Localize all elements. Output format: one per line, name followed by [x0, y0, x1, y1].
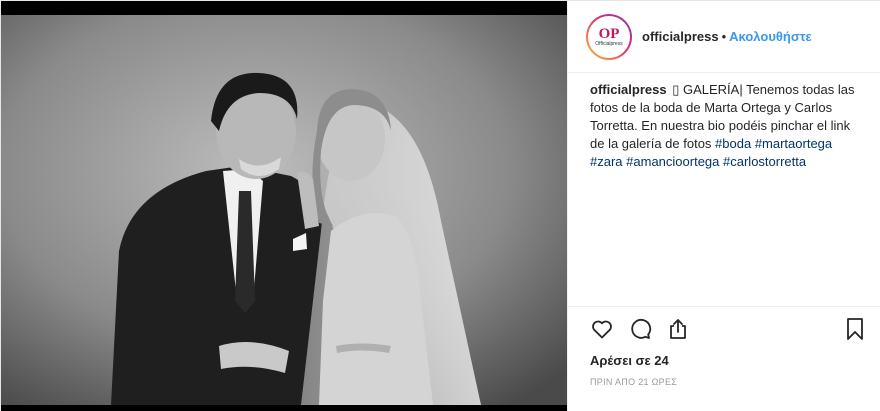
wedding-photo [1, 1, 567, 411]
post-card: OP Officialpress officialpress • Ακολουθήσ… [0, 0, 880, 411]
comment-icon[interactable] [628, 317, 652, 341]
avatar-subtitle: Officialpress [595, 40, 623, 47]
share-icon[interactable] [666, 317, 690, 341]
hashtag-link[interactable]: #carlostorretta [723, 154, 806, 169]
hashtag-link[interactable]: #martaortega [755, 136, 832, 151]
hashtag-link[interactable]: #zara [590, 154, 623, 169]
heart-icon[interactable] [590, 317, 614, 341]
follow-button[interactable]: Ακολουθήστε [729, 29, 812, 44]
avatar-monogram: OP [598, 25, 620, 42]
post-caption: officialpress ▯ GALERÍA| Tenemos todas l… [568, 73, 880, 305]
separator-dot: • [721, 29, 727, 44]
post-photo[interactable] [1, 1, 567, 411]
avatar[interactable]: OP Officialpress [586, 13, 632, 60]
bookmark-icon[interactable] [844, 317, 866, 341]
post-timestamp[interactable]: ΠΡΙΝ ΑΠΟ 21 ΩΡΕΣ [590, 377, 866, 387]
username-link[interactable]: officialpress [642, 29, 719, 44]
hashtag-link[interactable]: #amancioortega [626, 154, 719, 169]
post-actions: Αρέσει σε 24 ΠΡΙΝ ΑΠΟ 21 ΩΡΕΣ [568, 306, 880, 387]
header-text: officialpress • Ακολουθήστε [642, 29, 812, 44]
action-icons [590, 307, 866, 351]
hashtag-link[interactable]: #boda [715, 136, 751, 151]
post-sidebar: OP Officialpress officialpress • Ακολουθήσ… [567, 1, 880, 411]
likes-count[interactable]: Αρέσει σε 24 [590, 353, 866, 368]
post-header: OP Officialpress officialpress • Ακολουθήσ… [568, 1, 880, 73]
caption-username[interactable]: officialpress [590, 82, 667, 97]
avatar-logo: OP Officialpress [588, 15, 630, 58]
